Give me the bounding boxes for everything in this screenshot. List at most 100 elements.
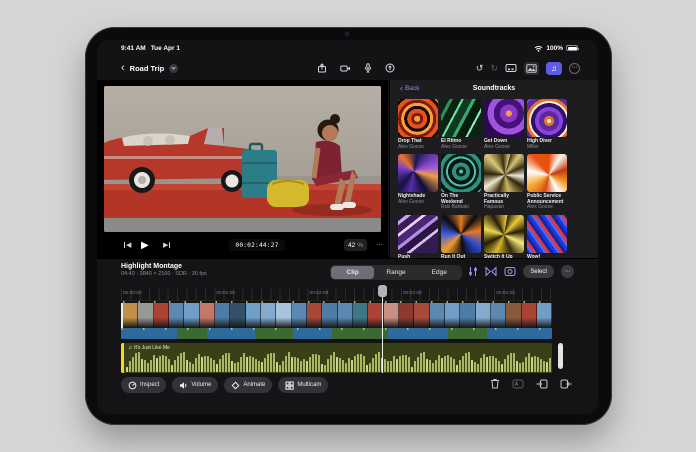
multicam-button[interactable]: Multicam <box>278 377 328 393</box>
record-icon[interactable] <box>385 63 395 73</box>
clip-thumbnail[interactable] <box>384 303 399 328</box>
clip-thumbnail[interactable] <box>307 303 322 328</box>
clip-thumbnail[interactable] <box>215 303 230 328</box>
mode-range[interactable]: Range <box>374 266 417 279</box>
mode-clip[interactable]: Clip <box>331 266 374 279</box>
clip-segment[interactable] <box>121 328 177 339</box>
soundtrack-item[interactable]: El RitmoAlex Goose <box>441 99 481 150</box>
undo-button[interactable]: ↺ <box>476 64 484 73</box>
waveform-bar <box>531 357 533 372</box>
clip-segment[interactable] <box>177 328 207 339</box>
import-icon[interactable] <box>317 63 327 73</box>
clip-thumbnail[interactable] <box>322 303 337 328</box>
audio-meters-icon[interactable] <box>468 266 478 277</box>
waveform-bar <box>390 361 392 372</box>
album-art[interactable] <box>441 154 481 192</box>
album-art[interactable] <box>484 154 524 192</box>
album-art[interactable] <box>398 99 438 137</box>
soundtracks-browser-button[interactable]: ♫ <box>546 62 562 75</box>
album-art[interactable] <box>527 154 567 192</box>
media-browser-button[interactable] <box>524 62 539 75</box>
waveform-bar <box>372 358 374 372</box>
clip-thumbnail[interactable] <box>522 303 537 328</box>
clip-segment[interactable] <box>487 328 552 339</box>
ruler-label: 00:00:00 <box>123 291 142 296</box>
clip-thumbnail[interactable] <box>154 303 169 328</box>
album-art[interactable] <box>398 154 438 192</box>
waveform-bar <box>450 357 452 373</box>
ruler[interactable]: 00:00:0000:01:0000:02:0000:03:0000:04:00 <box>121 289 552 301</box>
clip-thumbnail[interactable] <box>230 303 245 328</box>
clip-thumbnail[interactable] <box>123 303 138 328</box>
timeline-more-button[interactable]: ⋯ <box>561 265 574 278</box>
album-art[interactable] <box>527 215 567 253</box>
animate-button[interactable]: Animate <box>224 377 272 393</box>
clip-thumbnail[interactable] <box>491 303 506 328</box>
soundtrack-item[interactable]: High DiverMiller <box>527 99 567 150</box>
soundtrack-item[interactable]: NightshadeAlex Goose <box>398 154 438 211</box>
back-button[interactable]: ‹ <box>121 63 125 73</box>
clip-segment[interactable] <box>255 328 294 339</box>
clip-thumbnail[interactable] <box>169 303 184 328</box>
soundtrack-item[interactable]: Drop ThatAlex Goose <box>398 99 438 150</box>
mode-edge[interactable]: Edge <box>418 266 461 279</box>
timeline-scrollbar[interactable] <box>558 343 563 369</box>
transition-icon[interactable] <box>485 266 497 277</box>
inspect-button[interactable]: Inspect <box>121 377 166 393</box>
select-button[interactable]: Select <box>523 265 554 278</box>
external-display-icon[interactable] <box>505 63 517 73</box>
microphone-icon[interactable] <box>364 63 372 73</box>
redo-button[interactable]: ↻ <box>490 64 498 73</box>
playhead[interactable] <box>378 285 387 297</box>
soundtrack-item[interactable]: On The WeekendRob Barbato <box>441 154 481 211</box>
clip-thumbnail[interactable] <box>460 303 475 328</box>
clip-thumbnail[interactable] <box>338 303 353 328</box>
album-art[interactable] <box>398 215 438 253</box>
skip-back-button[interactable]: ◀ <box>124 241 131 249</box>
album-art[interactable] <box>441 215 481 253</box>
clip-segment[interactable] <box>293 328 332 339</box>
audio-clip[interactable]: ♫ It's Just Like Me <box>121 343 552 373</box>
clip-segment[interactable] <box>207 328 254 339</box>
clip-thumbnail[interactable] <box>261 303 276 328</box>
viewer-zoom-control[interactable]: 42 % <box>344 239 367 251</box>
clip-thumbnail[interactable] <box>353 303 368 328</box>
project-menu-button[interactable] <box>169 64 178 73</box>
play-button[interactable]: ▶ <box>141 240 149 251</box>
clip-thumbnail[interactable] <box>246 303 261 328</box>
clip-thumbnail[interactable] <box>200 303 215 328</box>
clip-thumbnail[interactable] <box>506 303 521 328</box>
soundtrack-item[interactable]: Practically FamousHapasan <box>484 154 524 211</box>
overwrite-button[interactable] <box>536 379 548 389</box>
album-art[interactable] <box>527 99 567 137</box>
clip-thumbnail[interactable] <box>476 303 491 328</box>
clip-thumbnail[interactable] <box>276 303 291 328</box>
soundtrack-item[interactable]: Get DownAlex Goose <box>484 99 524 150</box>
clip-thumbnail[interactable] <box>445 303 460 328</box>
more-button[interactable]: ⋯ <box>569 63 580 74</box>
timecode-display[interactable]: 00:02:44:27 <box>229 239 285 251</box>
clip-segment[interactable] <box>448 328 487 339</box>
volume-button[interactable]: Volume <box>172 377 218 393</box>
clip-thumbnail[interactable] <box>399 303 414 328</box>
clip-thumbnail[interactable] <box>430 303 445 328</box>
skip-forward-button[interactable]: ▶ <box>163 241 170 249</box>
clip-thumbnail[interactable] <box>138 303 153 328</box>
album-art[interactable] <box>484 99 524 137</box>
captions-button[interactable] <box>512 379 524 389</box>
delete-button[interactable] <box>490 378 500 389</box>
soundtrack-item[interactable]: Public Service AnnouncementAlex Goose <box>527 154 567 211</box>
viewer-photo[interactable] <box>104 86 381 232</box>
clip-thumbnail[interactable] <box>537 303 552 328</box>
clip-thumbnail[interactable] <box>292 303 307 328</box>
album-art[interactable] <box>484 215 524 253</box>
camera-icon[interactable] <box>340 64 351 73</box>
clip-thumbnail[interactable] <box>414 303 429 328</box>
clip-segment[interactable] <box>332 328 388 339</box>
album-art[interactable] <box>441 99 481 137</box>
viewer-more-button[interactable]: ⋯ <box>376 241 384 249</box>
append-button[interactable] <box>560 379 572 389</box>
clip-thumbnail[interactable] <box>184 303 199 328</box>
media-icon[interactable] <box>504 266 516 277</box>
clip-segment[interactable] <box>388 328 448 339</box>
